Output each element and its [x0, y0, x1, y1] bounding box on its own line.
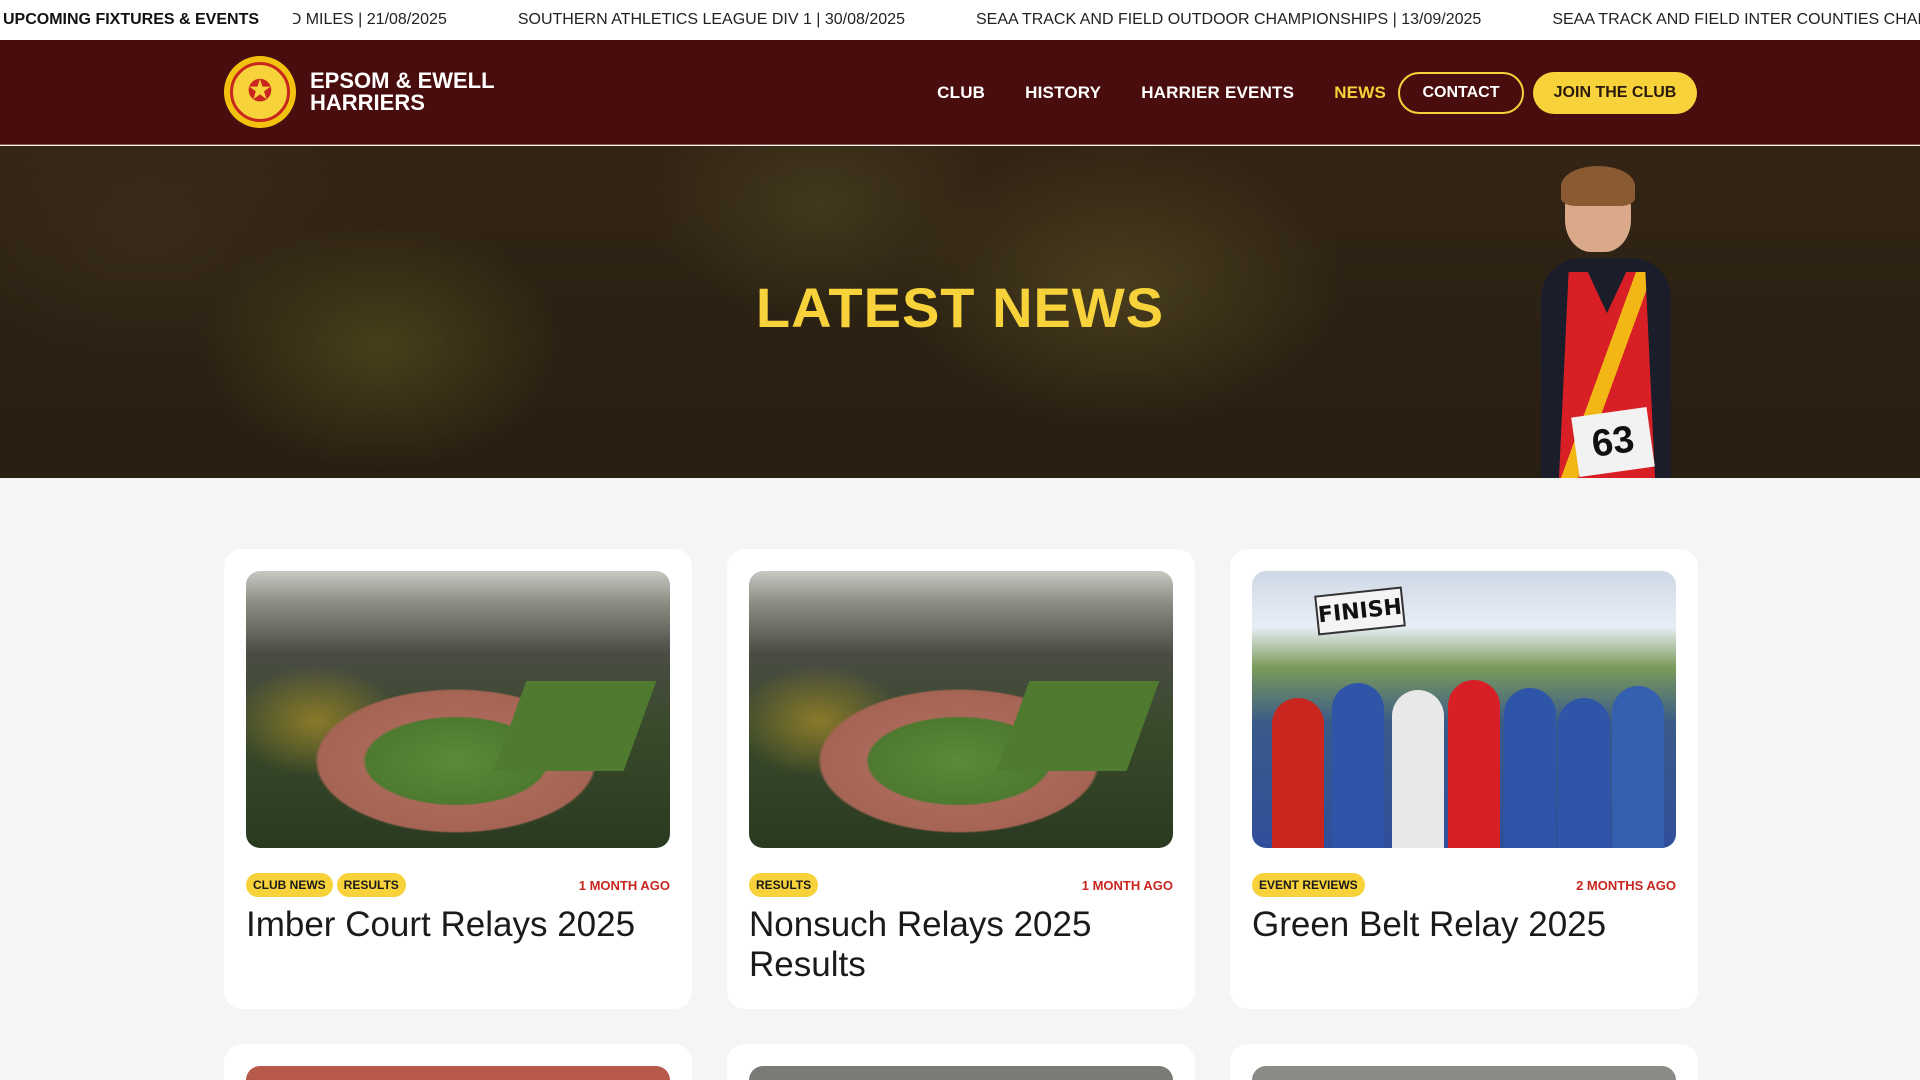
news-card-date: 1 MONTH AGO — [578, 878, 670, 893]
contact-button[interactable]: CONTACT — [1398, 72, 1524, 114]
news-grid: CLUB NEWS RESULTS 1 MONTH AGO Imber Cour… — [224, 549, 1698, 1009]
news-card[interactable]: CLUB NEWS RESULTS 1 MONTH AGO Imber Cour… — [224, 549, 692, 1009]
field-shape — [996, 681, 1160, 771]
tag-badge[interactable]: EVENT REVIEWS — [1252, 873, 1365, 897]
tag-badge[interactable]: CLUB NEWS — [246, 873, 333, 897]
news-card-date: 2 MONTHS AGO — [1576, 878, 1676, 893]
nav-history[interactable]: HISTORY — [1025, 83, 1101, 103]
finish-sign: FINISH — [1314, 586, 1406, 636]
person-shape — [1272, 698, 1324, 848]
site-header: ✪ EPSOM & EWELL HARRIERS CLUB HISTORY HA… — [0, 40, 1920, 145]
person-shape — [1392, 690, 1444, 848]
news-card[interactable]: RESULTS 1 MONTH AGO Nonsuch Relays 2025 … — [727, 549, 1195, 1009]
runner-bib: 63 — [1571, 407, 1655, 477]
news-card-image[interactable] — [246, 571, 670, 848]
news-card-image[interactable] — [1252, 1066, 1676, 1080]
news-card-image[interactable] — [246, 1066, 670, 1080]
news-card-image[interactable]: FINISH — [1252, 571, 1676, 848]
news-card-title[interactable]: Nonsuch Relays 2025 Results — [749, 905, 1173, 985]
nav-club[interactable]: CLUB — [937, 83, 985, 103]
club-crest-icon: ✪ — [224, 56, 296, 128]
person-shape — [1332, 683, 1384, 848]
hero-banner: 63 LATEST NEWS — [0, 146, 1920, 478]
join-the-club-button[interactable]: JOIN THE CLUB — [1533, 72, 1697, 114]
person-shape — [1448, 680, 1500, 848]
ticker-label: UPCOMING FIXTURES & EVENTS — [0, 0, 294, 40]
page-title: LATEST NEWS — [755, 276, 1165, 339]
logo-text: EPSOM & EWELL HARRIERS — [310, 68, 495, 115]
news-card[interactable] — [1230, 1044, 1698, 1080]
news-card[interactable] — [727, 1044, 1195, 1080]
news-card-date: 1 MONTH AGO — [1081, 878, 1173, 893]
person-shape — [1558, 698, 1610, 848]
news-card-tags: RESULTS — [749, 873, 819, 897]
person-shape — [1612, 686, 1664, 848]
news-card-tags: CLUB NEWS RESULTS — [246, 873, 406, 897]
tag-badge[interactable]: RESULTS — [749, 873, 819, 897]
nav-news[interactable]: NEWS — [1334, 83, 1386, 103]
ticker-item[interactable]: SOUTHERN ATHLETICS LEAGUE DIV 1 | 30/08/… — [518, 11, 976, 29]
news-card[interactable]: FINISH EVENT REVIEWS 2 MONTHS AGO Green … — [1230, 549, 1698, 1009]
news-card-tags: EVENT REVIEWS — [1252, 873, 1365, 897]
news-grid-row-2 — [224, 1044, 1698, 1080]
main-nav: CLUB HISTORY HARRIER EVENTS NEWS — [937, 40, 1386, 145]
news-card-title[interactable]: Green Belt Relay 2025 — [1252, 905, 1676, 945]
ticker-item[interactable]: SEAA TRACK AND FIELD INTER COUNTIES CHAM… — [1552, 11, 1920, 29]
runner-hair — [1561, 166, 1635, 206]
ticker-items: AD MILES | 21/08/2025 SOUTHERN ATHLETICS… — [293, 0, 1920, 40]
news-card-image[interactable] — [749, 1066, 1173, 1080]
site-logo[interactable]: ✪ EPSOM & EWELL HARRIERS — [224, 56, 500, 128]
star-wheel-icon: ✪ — [230, 62, 290, 122]
nav-harrier-events[interactable]: HARRIER EVENTS — [1141, 83, 1294, 103]
fixtures-ticker: UPCOMING FIXTURES & EVENTS AD MILES | 21… — [0, 0, 1920, 40]
ticker-track: AD MILES | 21/08/2025 SOUTHERN ATHLETICS… — [293, 0, 1920, 40]
tag-badge[interactable]: RESULTS — [336, 873, 406, 897]
ticker-item[interactable]: AD MILES | 21/08/2025 — [293, 11, 518, 29]
news-card-title[interactable]: Imber Court Relays 2025 — [246, 905, 670, 945]
ticker-item[interactable]: SEAA TRACK AND FIELD OUTDOOR CHAMPIONSHI… — [976, 11, 1552, 29]
person-shape — [1504, 688, 1556, 848]
news-card[interactable] — [224, 1044, 692, 1080]
field-shape — [493, 681, 657, 771]
news-card-image[interactable] — [749, 571, 1173, 848]
